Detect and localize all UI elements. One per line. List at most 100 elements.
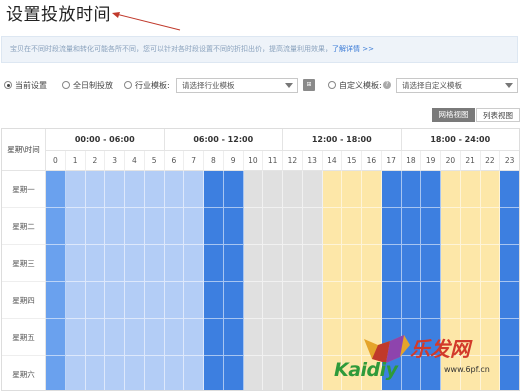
schedule-cell[interactable] (421, 208, 441, 245)
schedule-cell[interactable] (184, 356, 204, 390)
hour-header[interactable]: 2 (85, 151, 106, 171)
schedule-cell[interactable] (105, 245, 125, 282)
schedule-cell[interactable] (164, 282, 185, 319)
schedule-cell[interactable] (243, 282, 264, 319)
schedule-cell[interactable] (263, 208, 283, 245)
schedule-cell[interactable] (322, 282, 343, 319)
schedule-cell[interactable] (421, 171, 441, 208)
schedule-cell[interactable] (283, 356, 303, 390)
schedule-cell[interactable] (65, 245, 86, 282)
hour-header[interactable]: 5 (144, 151, 165, 171)
day-row-label[interactable]: 星期二 (2, 208, 46, 245)
schedule-cell[interactable] (342, 171, 362, 208)
schedule-cell[interactable] (460, 208, 481, 245)
schedule-cell[interactable] (243, 208, 264, 245)
day-row-label[interactable]: 星期六 (2, 356, 46, 390)
schedule-cell[interactable] (85, 171, 106, 208)
hour-header[interactable]: 17 (381, 151, 402, 171)
schedule-cell[interactable] (283, 171, 303, 208)
hour-header[interactable]: 22 (480, 151, 501, 171)
hour-header[interactable]: 3 (105, 151, 125, 171)
industry-template-select[interactable]: 请选择行业模板 (176, 78, 298, 93)
schedule-cell[interactable] (223, 282, 244, 319)
schedule-cell[interactable] (125, 245, 145, 282)
schedule-cell[interactable] (164, 245, 185, 282)
schedule-cell[interactable] (65, 356, 86, 390)
schedule-cell[interactable] (65, 282, 86, 319)
schedule-cell[interactable] (164, 356, 185, 390)
schedule-cell[interactable] (65, 208, 86, 245)
schedule-cell[interactable] (401, 171, 422, 208)
schedule-cell[interactable] (342, 282, 362, 319)
schedule-cell[interactable] (164, 208, 185, 245)
schedule-cell[interactable] (302, 171, 323, 208)
hour-header[interactable]: 15 (342, 151, 362, 171)
schedule-cell[interactable] (381, 245, 402, 282)
schedule-cell[interactable] (263, 245, 283, 282)
schedule-cell[interactable] (46, 356, 66, 390)
grid-view-button[interactable]: 网格视图 (432, 108, 475, 122)
hour-header[interactable]: 8 (204, 151, 224, 171)
schedule-cell[interactable] (460, 171, 481, 208)
hour-header[interactable]: 20 (441, 151, 461, 171)
schedule-cell[interactable] (480, 171, 501, 208)
schedule-cell[interactable] (500, 282, 519, 319)
schedule-cell[interactable] (105, 319, 125, 356)
schedule-cell[interactable] (223, 319, 244, 356)
schedule-cell[interactable] (263, 171, 283, 208)
schedule-cell[interactable] (441, 208, 461, 245)
schedule-cell[interactable] (105, 356, 125, 390)
schedule-cell[interactable] (302, 208, 323, 245)
schedule-cell[interactable] (263, 282, 283, 319)
schedule-cell[interactable] (125, 282, 145, 319)
hour-header[interactable]: 11 (263, 151, 283, 171)
day-row-label[interactable]: 星期一 (2, 171, 46, 208)
schedule-cell[interactable] (184, 319, 204, 356)
schedule-cell[interactable] (204, 171, 224, 208)
schedule-cell[interactable] (480, 282, 501, 319)
learn-more-link[interactable]: 了解详情 >> (332, 45, 374, 53)
schedule-cell[interactable] (322, 208, 343, 245)
schedule-cell[interactable] (401, 245, 422, 282)
schedule-cell[interactable] (223, 245, 244, 282)
day-row-label[interactable]: 星期三 (2, 245, 46, 282)
schedule-cell[interactable] (144, 319, 165, 356)
template-grid-icon[interactable]: ⊞ (303, 79, 315, 91)
schedule-cell[interactable] (362, 245, 382, 282)
schedule-cell[interactable] (441, 245, 461, 282)
hour-header[interactable]: 6 (164, 151, 185, 171)
schedule-cell[interactable] (46, 171, 66, 208)
hour-header[interactable]: 10 (243, 151, 264, 171)
schedule-cell[interactable] (362, 208, 382, 245)
schedule-cell[interactable] (500, 208, 519, 245)
schedule-cell[interactable] (441, 171, 461, 208)
hour-header[interactable]: 4 (125, 151, 145, 171)
schedule-cell[interactable] (243, 319, 264, 356)
schedule-cell[interactable] (105, 282, 125, 319)
radio-custom[interactable] (328, 81, 336, 89)
schedule-cell[interactable] (85, 245, 106, 282)
schedule-cell[interactable] (144, 208, 165, 245)
custom-template-select[interactable]: 请选择自定义模板 (396, 78, 518, 93)
schedule-cell[interactable] (381, 171, 402, 208)
schedule-cell[interactable] (500, 245, 519, 282)
schedule-cell[interactable] (223, 171, 244, 208)
schedule-cell[interactable] (381, 208, 402, 245)
radio-industry[interactable] (124, 81, 132, 89)
schedule-cell[interactable] (184, 171, 204, 208)
schedule-cell[interactable] (125, 319, 145, 356)
day-row-label[interactable]: 星期五 (2, 319, 46, 356)
schedule-cell[interactable] (204, 356, 224, 390)
schedule-cell[interactable] (65, 319, 86, 356)
schedule-cell[interactable] (342, 208, 362, 245)
schedule-cell[interactable] (283, 245, 303, 282)
schedule-cell[interactable] (322, 171, 343, 208)
schedule-cell[interactable] (85, 282, 106, 319)
schedule-cell[interactable] (263, 356, 283, 390)
schedule-cell[interactable] (164, 319, 185, 356)
schedule-cell[interactable] (460, 282, 481, 319)
hour-header[interactable]: 18 (401, 151, 422, 171)
schedule-cell[interactable] (204, 245, 224, 282)
help-icon[interactable]: ? (383, 81, 391, 89)
hour-header[interactable]: 13 (302, 151, 323, 171)
